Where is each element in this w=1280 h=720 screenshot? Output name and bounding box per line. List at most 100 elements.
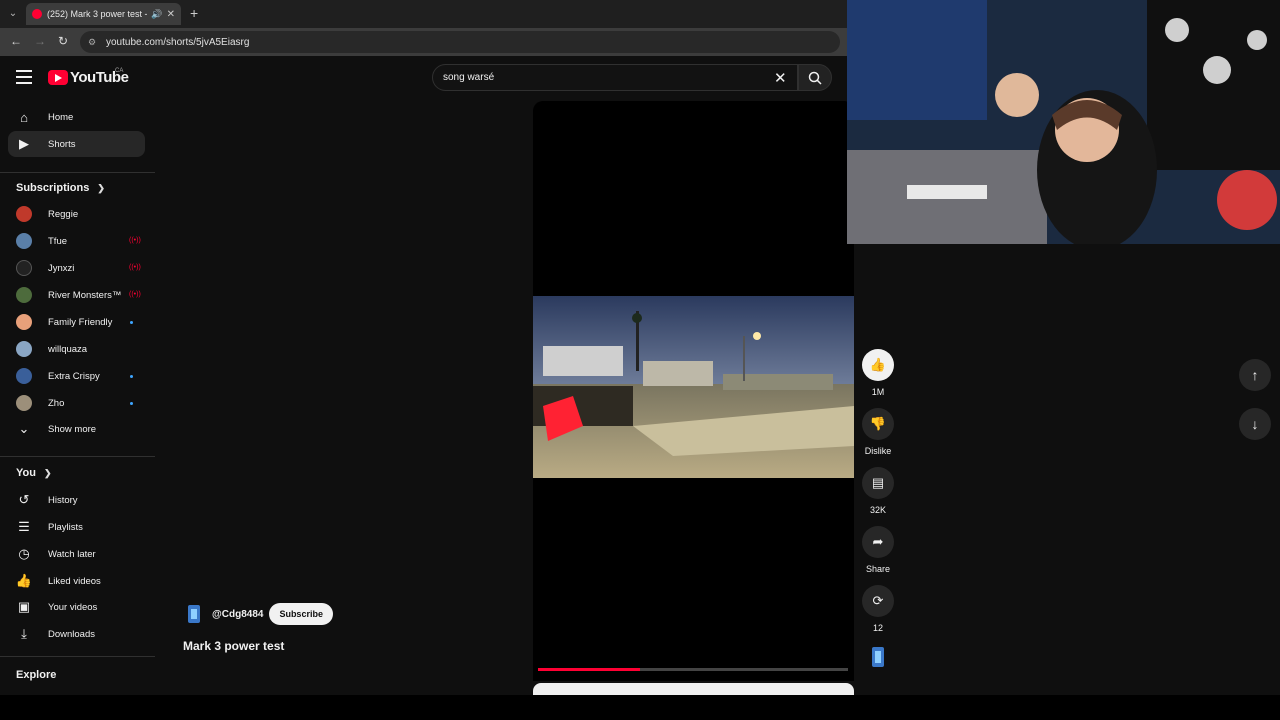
subscriptions-heading-label: Subscriptions <box>16 182 90 194</box>
clear-search-icon[interactable]: ✕ <box>774 69 787 87</box>
sidebar-item-your-videos[interactable]: ▣ Your videos <box>8 594 145 620</box>
search-input[interactable]: song warsé <box>432 64 798 91</box>
avatar <box>16 287 32 303</box>
sidebar-item-river-monsters[interactable]: River Monsters™ ((•)) <box>8 282 145 308</box>
sidebar-item-label: Shorts <box>48 138 76 150</box>
divider <box>0 656 155 657</box>
channel-avatar[interactable] <box>186 605 202 623</box>
sidebar-item-history[interactable]: ↺ History <box>8 487 145 513</box>
dislike-button[interactable]: 👎 Dislike <box>862 408 894 456</box>
video-content-frame[interactable] <box>533 296 854 478</box>
sidebar-item-label: Family Friendly <box>48 316 113 328</box>
youtube-favicon-icon <box>32 9 42 19</box>
sidebar-item-label: Zho <box>48 397 65 409</box>
show-more-label: Show more <box>48 423 97 435</box>
explore-heading-label: Explore <box>16 669 57 681</box>
sidebar-item-label: Playlists <box>48 521 83 533</box>
show-more-button[interactable]: ⌄ Show more <box>8 416 145 442</box>
back-arrow-icon[interactable]: ← <box>10 34 22 48</box>
subscriptions-heading[interactable]: Subscriptions ❯ <box>16 182 105 194</box>
video-progress-bar[interactable] <box>538 668 848 671</box>
sidebar-item-label: Extra Crispy <box>48 370 100 382</box>
sidebar-item-label: Your videos <box>48 601 98 613</box>
you-heading[interactable]: You ❯ <box>16 467 52 479</box>
sidebar-item-jynxzi[interactable]: Jynxzi ((•)) <box>8 255 145 281</box>
tab-close-icon[interactable]: ✕ <box>167 9 175 20</box>
live-indicator-icon: ((•)) <box>129 291 141 298</box>
avatar <box>16 206 32 222</box>
comments-count: 32K <box>869 505 886 515</box>
you-heading-label: You <box>16 467 36 479</box>
previous-short-button[interactable]: ↑ <box>1239 359 1271 391</box>
search-button[interactable] <box>798 64 832 91</box>
avatar <box>16 233 32 249</box>
country-code: CA <box>115 68 124 74</box>
url-text: youtube.com/shorts/5jvA5Eiasrg <box>106 36 250 48</box>
like-button[interactable]: 👍 1M <box>862 349 894 397</box>
comments-button[interactable]: ▤ 32K <box>862 467 894 515</box>
address-toolbar: ← → ↻ ⚙ youtube.com/shorts/5jvA5Eiasrg <box>0 28 848 56</box>
search-query: song warsé <box>443 72 495 83</box>
sidebar-item-label: Jynxzi <box>48 262 75 274</box>
chevron-down-icon: ⌄ <box>18 421 30 436</box>
sidebar-item-willquaza[interactable]: willquaza <box>8 336 145 362</box>
playlists-icon: ☰ <box>18 519 30 534</box>
new-content-dot <box>130 320 133 324</box>
avatar <box>16 341 32 357</box>
sound-thumbnail[interactable] <box>862 647 894 672</box>
sidebar-item-family-friendly[interactable]: Family Friendly <box>8 309 145 335</box>
history-icon: ↺ <box>18 492 30 507</box>
sidebar-item-reggie[interactable]: Reggie <box>8 201 145 227</box>
like-count: 1M <box>871 387 885 397</box>
divider <box>0 456 155 457</box>
url-field[interactable]: ⚙ youtube.com/shorts/5jvA5Eiasrg <box>80 31 840 53</box>
short-title[interactable]: Mark 3 power test <box>183 639 284 653</box>
sidebar-item-extra-crispy[interactable]: Extra Crispy <box>8 363 145 389</box>
sidebar-item-label: History <box>48 494 78 506</box>
forward-arrow-icon[interactable]: → <box>34 34 46 48</box>
browser-tab-active[interactable]: (252) Mark 3 power test - Y 🔊 ✕ <box>26 3 181 25</box>
share-button[interactable]: ➦ Share <box>862 526 894 574</box>
sidebar-item-label: Downloads <box>48 628 95 640</box>
avatar <box>16 395 32 411</box>
browser-tab-strip: ⌄ (252) Mark 3 power test - Y 🔊 ✕ + <box>0 0 848 28</box>
live-indicator-icon: ((•)) <box>129 264 141 271</box>
guide-menu-icon[interactable] <box>16 70 32 84</box>
share-label: Share <box>865 564 891 574</box>
thumbs-up-icon: 👍 <box>862 349 894 381</box>
sidebar-item-liked-videos[interactable]: 👍 Liked videos <box>8 568 145 594</box>
youtube-play-icon <box>48 70 68 85</box>
sidebar-item-label: Reggie <box>48 208 79 220</box>
chevron-right-icon: ❯ <box>97 182 105 193</box>
avatar <box>16 314 32 330</box>
new-content-dot <box>130 374 133 378</box>
sidebar-item-home[interactable]: ⌂ Home <box>8 104 145 130</box>
subscribe-button[interactable]: Subscribe <box>269 603 333 625</box>
sidebar-item-zho[interactable]: Zho <box>8 390 145 416</box>
comment-icon: ▤ <box>862 467 894 499</box>
sidebar-item-downloads[interactable]: ⤓ Downloads <box>8 621 145 647</box>
sidebar-item-tfue[interactable]: Tfue ((•)) <box>8 228 145 254</box>
arrow-down-icon: ↓ <box>1251 416 1259 432</box>
live-indicator-icon: ((•)) <box>129 237 141 244</box>
channel-handle[interactable]: @Cdg8484 <box>212 609 263 620</box>
next-short-peek[interactable] <box>533 683 854 695</box>
sidebar-item-watch-later[interactable]: ◷ Watch later <box>8 541 145 567</box>
tab-title: (252) Mark 3 power test - Y <box>47 9 148 19</box>
remix-button[interactable]: ⟳ 12 <box>862 585 894 633</box>
sidebar-item-playlists[interactable]: ☰ Playlists <box>8 514 145 540</box>
tab-search-chevron-icon[interactable]: ⌄ <box>6 7 20 21</box>
next-short-button[interactable]: ↓ <box>1239 408 1271 440</box>
reload-icon[interactable]: ↻ <box>58 34 68 48</box>
search-icon <box>808 71 822 85</box>
new-tab-plus-icon[interactable]: + <box>190 5 198 21</box>
chevron-right-icon: ❯ <box>43 467 52 478</box>
site-info-icon[interactable]: ⚙ <box>88 37 98 47</box>
speaker-icon[interactable]: 🔊 <box>151 9 162 20</box>
sidebar-item-label: River Monsters™ <box>48 289 122 301</box>
streamer-webcam-overlay <box>847 0 1280 244</box>
sidebar-item-shorts[interactable]: ▶ Shorts <box>8 131 145 157</box>
avatar <box>16 368 32 384</box>
your-videos-icon: ▣ <box>17 599 31 614</box>
thumbs-down-icon: 👎 <box>862 408 894 440</box>
